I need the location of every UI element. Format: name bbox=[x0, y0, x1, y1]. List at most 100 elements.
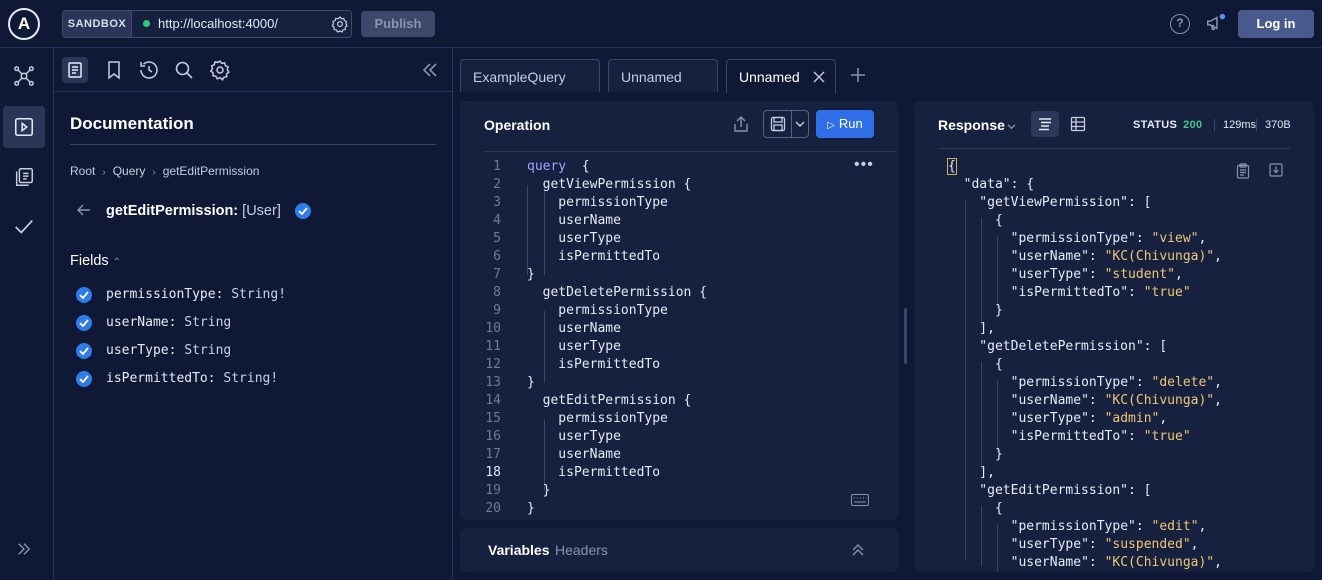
sort-chevron-icon[interactable]: ⌃ bbox=[113, 257, 121, 268]
json-line[interactable]: } bbox=[948, 446, 1003, 464]
json-line[interactable]: "getViewPermission": [ bbox=[948, 194, 1151, 212]
search-icon[interactable] bbox=[172, 58, 196, 82]
json-line[interactable]: ], bbox=[948, 464, 995, 482]
history-icon[interactable] bbox=[137, 58, 161, 82]
expand-icon[interactable] bbox=[15, 540, 33, 558]
tab-unnamed[interactable]: Unnamed bbox=[608, 59, 718, 92]
share-icon[interactable] bbox=[732, 115, 750, 133]
code-text[interactable]: permissionType bbox=[527, 194, 668, 212]
code-text[interactable]: userName bbox=[527, 446, 621, 464]
field-check-icon[interactable] bbox=[76, 371, 92, 387]
keyboard-shortcuts-icon[interactable] bbox=[851, 494, 869, 506]
field-check-icon[interactable] bbox=[76, 287, 92, 303]
settings-icon[interactable] bbox=[208, 58, 232, 82]
expand-panel-icon[interactable] bbox=[851, 543, 865, 557]
json-line[interactable]: { bbox=[947, 158, 957, 176]
code-text[interactable]: permissionType bbox=[527, 302, 668, 320]
json-line[interactable]: "permissionType": "view", bbox=[948, 230, 1207, 248]
fields-section-label[interactable]: Fields ⌃ bbox=[70, 253, 121, 269]
code-text[interactable]: userName bbox=[527, 212, 621, 230]
json-view-toggle[interactable] bbox=[1031, 111, 1059, 137]
json-line[interactable]: "permissionType": "edit", bbox=[948, 518, 1207, 536]
code-text[interactable]: isPermittedTo bbox=[527, 464, 660, 482]
copy-icon[interactable] bbox=[1236, 163, 1250, 179]
field-selected-check-icon[interactable] bbox=[295, 203, 311, 224]
panel-resize-handle[interactable] bbox=[904, 308, 907, 364]
close-tab-icon[interactable] bbox=[813, 71, 825, 83]
headers-tab[interactable]: Headers bbox=[555, 542, 608, 558]
code-text[interactable]: getEditPermission { bbox=[527, 392, 692, 410]
json-line[interactable]: } bbox=[948, 302, 1003, 320]
documentation-tab-icon[interactable] bbox=[62, 57, 88, 83]
json-line[interactable]: { bbox=[948, 500, 1003, 518]
apollo-logo-icon[interactable]: A bbox=[8, 8, 40, 40]
left-rail bbox=[0, 48, 54, 580]
variables-tab[interactable]: Variables bbox=[488, 542, 550, 558]
endpoint-input[interactable]: SANDBOX http://localhost:4000/ bbox=[62, 10, 352, 38]
json-line[interactable]: "userType": "student", bbox=[948, 266, 1183, 284]
line-number: 11 bbox=[485, 339, 501, 354]
field-type[interactable]: [User] bbox=[242, 203, 281, 219]
json-line[interactable]: "data": { bbox=[948, 176, 1034, 194]
code-text[interactable]: } bbox=[527, 500, 535, 518]
json-line[interactable]: "isPermittedTo": "true" bbox=[948, 284, 1191, 302]
code-text[interactable]: isPermittedTo bbox=[527, 248, 660, 266]
download-icon[interactable] bbox=[1269, 163, 1283, 177]
login-button[interactable]: Log in bbox=[1238, 10, 1314, 38]
help-icon[interactable]: ? bbox=[1170, 14, 1190, 34]
save-button[interactable] bbox=[763, 110, 809, 138]
code-text[interactable]: userType bbox=[527, 428, 621, 446]
breadcrumb-root[interactable]: Root bbox=[70, 164, 95, 178]
code-text[interactable]: userName bbox=[527, 320, 621, 338]
connection-settings-icon[interactable] bbox=[331, 15, 349, 33]
explorer-icon[interactable] bbox=[13, 116, 35, 138]
divider bbox=[70, 144, 436, 145]
json-line[interactable]: "userName": "KC(Chivunga)", bbox=[948, 248, 1222, 266]
chevron-down-icon[interactable] bbox=[795, 121, 805, 128]
json-line[interactable]: { bbox=[948, 356, 1003, 374]
json-line[interactable]: "permissionType": "delete", bbox=[948, 374, 1222, 392]
json-line[interactable]: "getEditPermission": [ bbox=[948, 482, 1151, 500]
code-text[interactable]: getDeletePermission { bbox=[527, 284, 707, 302]
add-tab-icon[interactable] bbox=[849, 66, 867, 84]
code-text[interactable]: } bbox=[527, 266, 535, 284]
line-number: 7 bbox=[493, 267, 501, 282]
json-line[interactable]: ], bbox=[948, 320, 995, 338]
list-icon bbox=[1039, 118, 1051, 131]
collapse-panel-icon[interactable] bbox=[418, 58, 442, 82]
bookmark-icon[interactable] bbox=[102, 58, 126, 82]
json-line[interactable]: "userName": "KC(Chivunga)", bbox=[948, 554, 1222, 572]
checks-icon[interactable] bbox=[13, 216, 35, 238]
json-line[interactable]: "getDeletePermission": [ bbox=[948, 338, 1167, 356]
json-line[interactable]: { bbox=[948, 212, 1003, 230]
code-text[interactable]: } bbox=[527, 374, 535, 392]
schema-icon[interactable] bbox=[13, 65, 35, 87]
field-check-icon[interactable] bbox=[76, 315, 92, 331]
response-title[interactable]: Response bbox=[938, 117, 1005, 133]
code-text[interactable]: isPermittedTo bbox=[527, 356, 660, 374]
table-view-toggle[interactable] bbox=[1065, 111, 1091, 137]
json-line[interactable]: "userType": "admin", bbox=[948, 410, 1168, 428]
tab-unnamed-active[interactable]: Unnamed bbox=[726, 59, 836, 93]
chevron-down-icon[interactable] bbox=[1007, 122, 1016, 131]
field-check-icon[interactable] bbox=[76, 343, 92, 359]
publish-button[interactable]: Publish bbox=[361, 11, 435, 37]
code-text[interactable]: userType bbox=[527, 230, 621, 248]
more-options-icon[interactable]: ••• bbox=[854, 156, 874, 174]
endpoint-url[interactable]: http://localhost:4000/ bbox=[158, 11, 278, 37]
back-arrow-icon[interactable] bbox=[76, 202, 92, 218]
tab-examplequery[interactable]: ExampleQuery bbox=[460, 59, 600, 92]
line-number: 17 bbox=[485, 447, 501, 462]
json-line[interactable]: "userType": "suspended", bbox=[948, 536, 1199, 554]
code-text[interactable]: userType bbox=[527, 338, 621, 356]
json-line[interactable]: "isPermittedTo": "true" bbox=[948, 428, 1191, 446]
json-line[interactable]: "userName": "KC(Chivunga)", bbox=[948, 392, 1222, 410]
breadcrumb-query[interactable]: Query bbox=[113, 164, 146, 178]
collections-icon[interactable] bbox=[13, 166, 35, 188]
run-button[interactable]: ▷ Run bbox=[816, 110, 874, 138]
code-text[interactable]: getViewPermission { bbox=[527, 176, 692, 194]
code-text[interactable]: query { bbox=[527, 158, 590, 176]
code-text[interactable]: permissionType bbox=[527, 410, 668, 428]
code-text[interactable]: } bbox=[527, 482, 551, 500]
announcement-icon[interactable] bbox=[1205, 12, 1227, 34]
